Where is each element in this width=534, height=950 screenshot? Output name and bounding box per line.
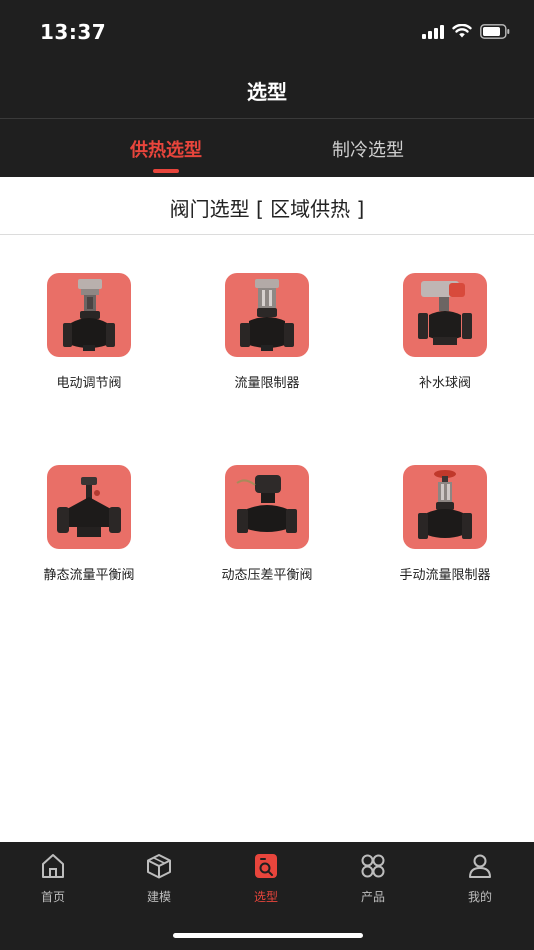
product-label: 电动调节阀 xyxy=(56,376,122,391)
tabbar-item-modeling[interactable]: 建模 xyxy=(106,852,212,912)
makeup-water-ball-valve-image xyxy=(403,273,487,357)
signal-icon xyxy=(422,24,444,43)
product-label: 静态流量平衡阀 xyxy=(43,568,135,583)
tabbar-item-products[interactable]: 产品 xyxy=(320,852,426,912)
page-title: 选型 xyxy=(247,80,287,104)
home-icon xyxy=(39,852,67,880)
active-tab-indicator xyxy=(153,169,179,173)
static-balance-valve-image xyxy=(47,465,131,549)
tabbar-label: 建模 xyxy=(146,890,171,904)
tabbar-item-selection[interactable]: 选型 xyxy=(213,852,319,912)
tabbar-label: 我的 xyxy=(467,890,492,904)
status-bar: 13:37 xyxy=(0,0,534,62)
tabbar-label: 首页 xyxy=(40,890,65,904)
product-label: 补水球阀 xyxy=(418,376,471,391)
flow-limiter-image xyxy=(225,273,309,357)
tab-heating-selection[interactable]: 供热选型 xyxy=(66,136,266,162)
manual-flow-limiter-image xyxy=(403,465,487,549)
product-label: 流量限制器 xyxy=(234,376,300,391)
product-label: 手动流量限制器 xyxy=(399,568,491,583)
tabbar-item-me[interactable]: 我的 xyxy=(427,852,533,912)
status-time: 13:37 xyxy=(40,20,107,44)
status-icons xyxy=(422,22,510,44)
user-icon xyxy=(466,852,494,880)
wifi-icon xyxy=(452,23,472,43)
top-header: 13:37 选型 供热选型 制冷选型 xyxy=(0,0,534,177)
tabbar-item-home[interactable]: 首页 xyxy=(0,852,106,912)
selection-search-icon xyxy=(252,852,280,880)
product-label: 动态压差平衡阀 xyxy=(221,568,313,583)
section-header: 阀门选型 [ 区域供热 ] xyxy=(0,177,534,235)
selection-tabs: 供热选型 制冷选型 xyxy=(0,119,534,177)
section-title: 阀门选型 [ 区域供热 ] xyxy=(169,197,365,221)
dynamic-pressure-valve-image xyxy=(225,465,309,549)
grid-apps-icon xyxy=(359,852,387,880)
tabbar-label: 选型 xyxy=(253,890,278,904)
electric-control-valve-image xyxy=(47,273,131,357)
tab-cooling-selection[interactable]: 制冷选型 xyxy=(268,136,468,162)
battery-icon xyxy=(480,23,510,43)
tabbar-label: 产品 xyxy=(360,890,385,904)
home-indicator[interactable] xyxy=(173,933,363,938)
cube-icon xyxy=(145,852,173,880)
